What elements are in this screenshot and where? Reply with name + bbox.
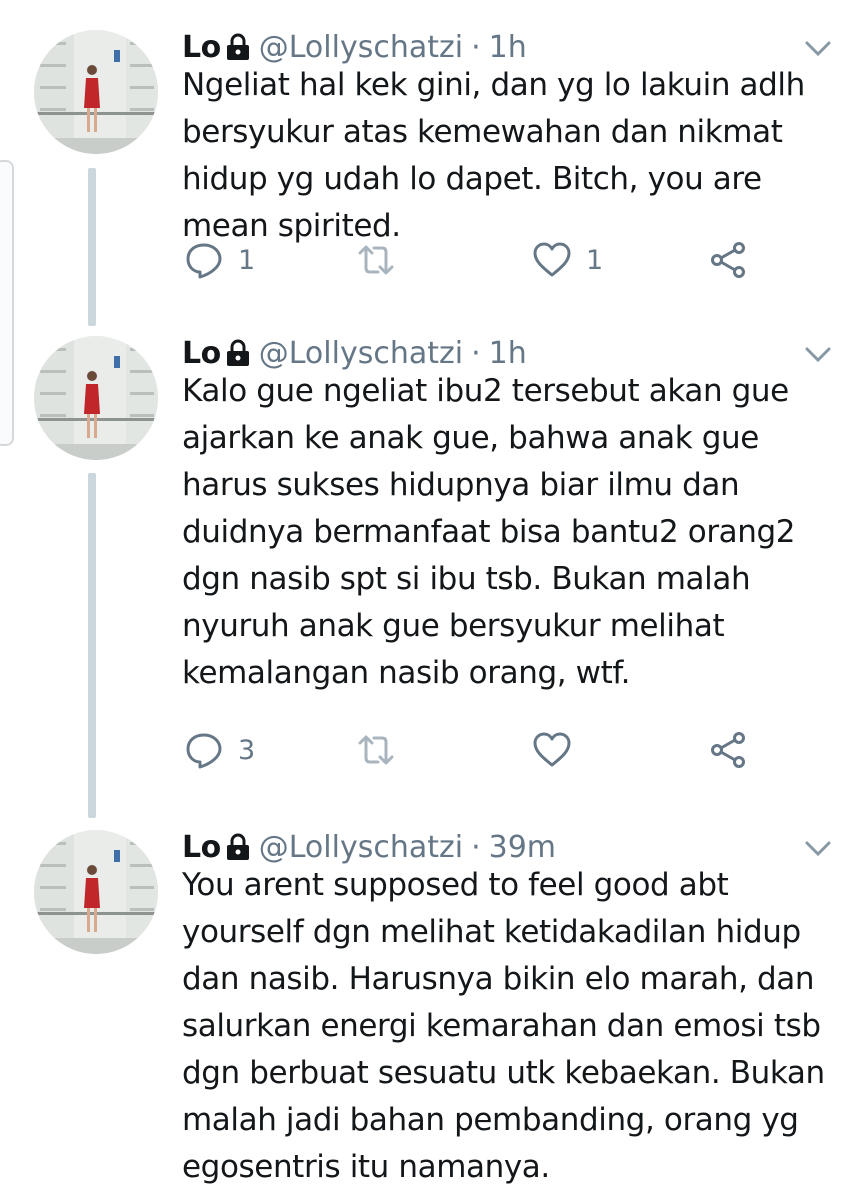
thread-connector-line [88,168,96,326]
like-count: 1 [586,244,604,276]
lock-icon [225,32,251,62]
like-button[interactable] [532,728,586,772]
tweet-text: You arent supposed to feel good abt your… [182,867,825,1185]
timestamp[interactable]: 39m [489,830,556,865]
display-name[interactable]: Lo [182,30,221,65]
reply-button[interactable]: 3 [184,728,255,772]
display-name[interactable]: Lo [182,336,221,371]
retweet-button[interactable] [356,728,410,772]
timestamp[interactable]: 1h [489,336,527,371]
reply-icon [186,733,222,769]
tweet-text: Kalo gue ngeliat ibu2 tersebut akan gue … [182,373,796,691]
handle[interactable]: @Lollyschatzi [259,30,463,65]
lock-icon [225,338,251,368]
handle[interactable]: @Lollyschatzi [259,336,463,371]
share-icon [711,732,745,768]
like-button[interactable]: 1 [532,238,603,282]
heart-icon [533,732,571,767]
share-button[interactable] [708,238,748,282]
timestamp[interactable]: 1h [489,30,527,65]
avatar[interactable] [34,30,158,154]
separator-dot: · [471,829,481,865]
chevron-down-icon[interactable] [802,832,834,864]
tweet-text: Ngeliat hal kek gini, dan yg lo lakuin a… [182,67,805,244]
side-edge-tab [0,160,14,446]
display-name[interactable]: Lo [182,830,221,865]
separator-dot: · [471,29,481,65]
thread-connector-line [88,473,96,818]
reply-count: 1 [238,244,256,276]
share-icon [711,242,745,278]
share-button[interactable] [708,728,748,772]
retweet-icon [358,245,394,275]
avatar[interactable] [34,830,158,954]
tweet-actions: 1 1 [182,238,782,282]
separator-dot: · [471,335,481,371]
chevron-down-icon[interactable] [802,338,834,370]
retweet-button[interactable] [356,238,410,282]
handle[interactable]: @Lollyschatzi [259,830,463,865]
retweet-icon [358,735,394,765]
lock-icon [225,832,251,862]
reply-button[interactable]: 1 [184,238,255,282]
reply-icon [186,243,222,279]
heart-icon [533,242,571,277]
chevron-down-icon[interactable] [802,32,834,64]
tweet-actions: 3 [182,728,782,772]
avatar[interactable] [34,336,158,460]
reply-count: 3 [238,734,256,766]
